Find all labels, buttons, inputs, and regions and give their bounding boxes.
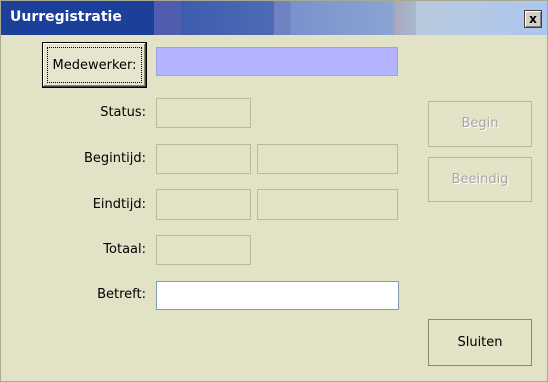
subject-label: Betreft:: [97, 287, 146, 302]
title-bar[interactable]: Uurregistratie x: [1, 1, 547, 35]
employee-field[interactable]: [156, 47, 398, 76]
close-window-button[interactable]: x: [524, 10, 542, 28]
end-button[interactable]: Beeindig: [428, 157, 532, 202]
subject-input[interactable]: [156, 281, 399, 310]
start-time-label: Begintijd:: [84, 151, 146, 166]
status-field: [156, 98, 251, 128]
begin-button[interactable]: Begin: [428, 101, 532, 147]
status-label: Status:: [100, 105, 146, 120]
employee-button-label: Medewerker:: [47, 47, 142, 83]
begin-button-label: Begin: [461, 116, 499, 131]
close-button-label: Sluiten: [457, 335, 503, 350]
end-date-field: [156, 189, 251, 220]
total-label: Totaal:: [103, 242, 146, 257]
close-icon: x: [529, 12, 537, 26]
close-button[interactable]: Sluiten: [428, 319, 532, 366]
end-button-label: Beeindig: [451, 172, 509, 187]
window-title: Uurregistratie: [10, 9, 122, 25]
uurregistratie-window: Uurregistratie x Medewerker: Status: Beg…: [0, 0, 548, 382]
start-date-field: [156, 144, 251, 174]
total-field: [156, 235, 251, 265]
end-time-field: [257, 189, 398, 220]
end-time-label: Eindtijd:: [92, 197, 146, 212]
start-time-field: [257, 144, 398, 174]
employee-button[interactable]: Medewerker:: [42, 42, 147, 88]
